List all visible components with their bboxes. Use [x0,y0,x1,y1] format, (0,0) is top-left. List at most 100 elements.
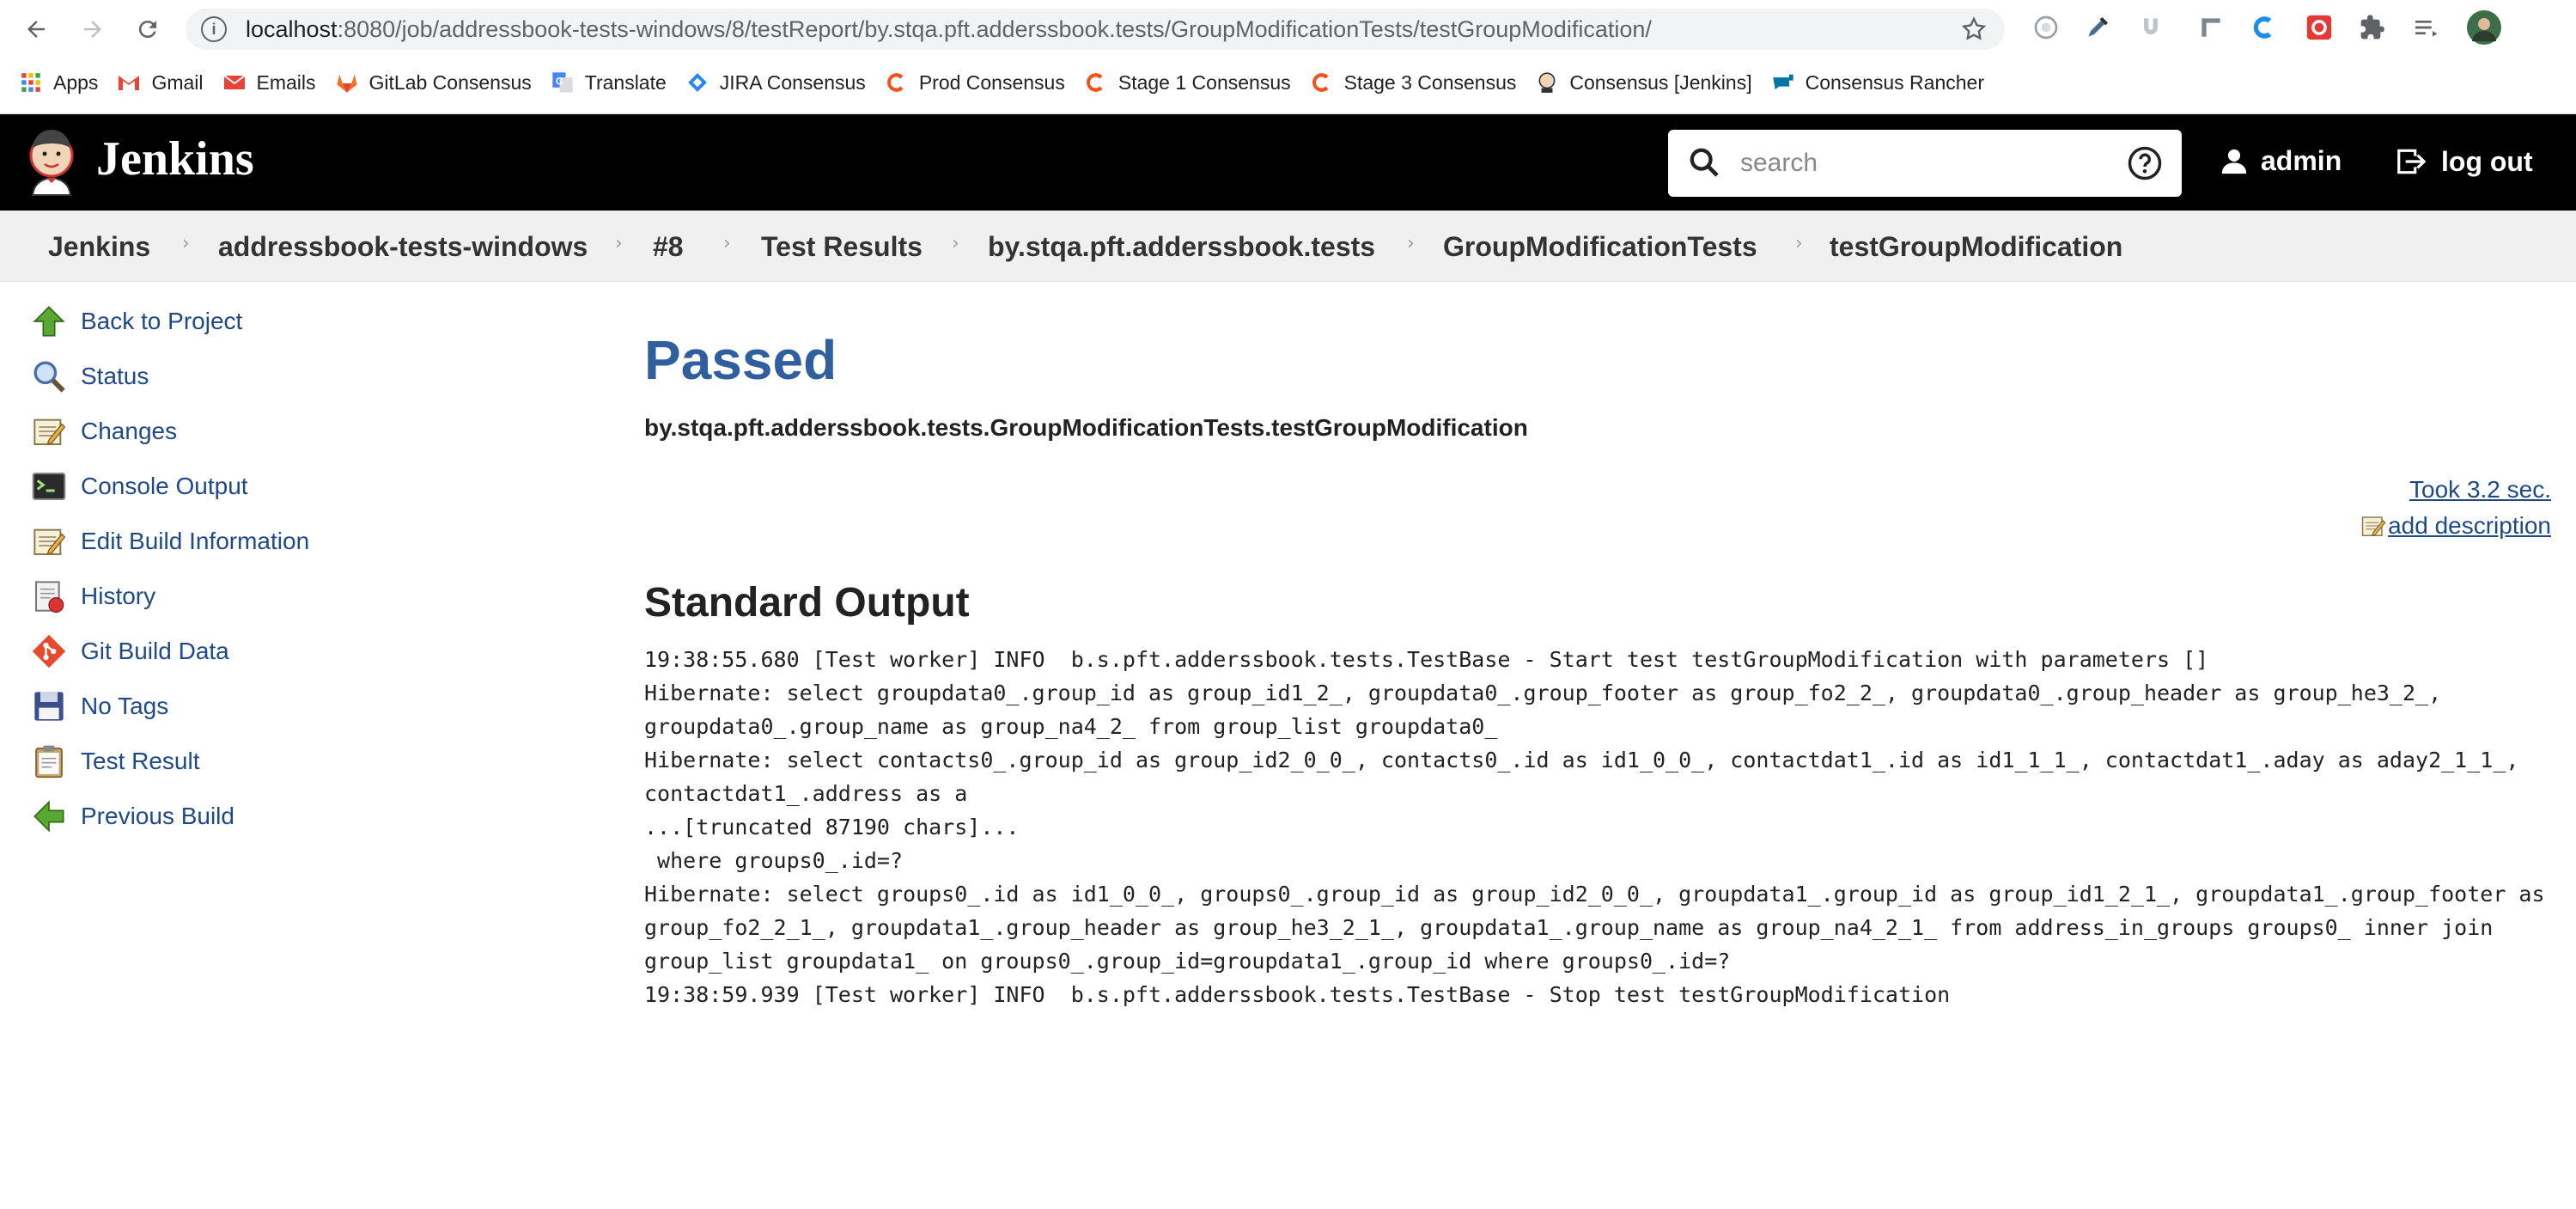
bookmark-label: Apps [53,70,99,94]
breadcrumb-build[interactable]: #8 [653,231,684,263]
sidebar-item-label: No Tags [81,693,169,719]
bookmark-gitlab[interactable]: GitLab Consensus [335,70,532,95]
extension-magnet-icon[interactable] [2134,10,2168,45]
add-description-button[interactable]: add description [2360,512,2551,540]
search-icon [1687,145,1721,184]
jenkins-header: Jenkins admin log out [0,114,2576,211]
forward-arrow-icon[interactable] [72,9,113,50]
sidebar-item-label: History [81,583,156,609]
log-line: where groups0_.id=? [644,848,904,873]
left-arrow-icon [29,797,69,836]
breadcrumb-separator: › [615,233,623,254]
sidebar-item-no-tags[interactable]: No Tags [29,686,168,727]
magnifier-icon [29,357,69,396]
log-line: group_fo2_2_1_, groupdata1_.group_header… [644,915,2494,940]
log-line: contactdat1_.address as a [644,781,968,806]
add-description-label: add description [2388,512,2551,539]
log-line: groupdata0_.group_name as group_na4_2_ f… [644,714,1498,739]
extension-consensus-icon[interactable] [2247,10,2281,45]
help-icon[interactable] [2127,145,2163,186]
extensions-puzzle-icon[interactable] [2355,10,2390,45]
log-line: Hibernate: select groups0_.id as id1_0_0… [644,882,2545,907]
gmail-icon [117,70,141,95]
sidebar-item-test-result[interactable]: Test Result [29,741,200,782]
site-info-icon[interactable]: i [201,16,227,42]
floppy-icon [29,687,69,726]
consensus-icon [1310,70,1334,95]
profile-avatar[interactable] [2467,10,2501,45]
history-icon [29,577,69,616]
bookmark-translate[interactable]: G Translate [551,70,667,95]
breadcrumb-separator: › [1795,233,1803,254]
bookmark-apps[interactable]: Apps [19,70,98,95]
breadcrumb-class[interactable]: GroupModificationTests [1443,231,1757,263]
search-box [1668,130,2182,197]
bookmark-gmail[interactable]: Gmail [117,70,204,95]
bookmark-prod-consensus[interactable]: Prod Consensus [885,70,1065,95]
standard-output-log: 19:38:55.680 [Test worker] INFO b.s.pft.… [644,643,2551,1011]
extension-corner-icon[interactable] [2194,10,2228,45]
sidebar-item-previous-build[interactable]: Previous Build [29,796,234,837]
sidebar-item-label: Console Output [81,473,248,499]
sidebar-item-back-to-project[interactable]: Back to Project [29,301,242,342]
bookmark-label: Stage 3 Consensus [1343,70,1517,94]
back-arrow-icon[interactable] [15,9,57,50]
user-link[interactable]: admin [2220,145,2342,177]
log-line: 19:38:59.939 [Test worker] INFO b.s.pft.… [644,982,1951,1007]
bookmark-stage3-consensus[interactable]: Stage 3 Consensus [1310,70,1517,95]
bookmark-jira[interactable]: JIRA Consensus [685,70,866,95]
address-bar[interactable]: i localhost:8080/job/addressbook-tests-w… [186,9,2005,50]
search-input[interactable] [1739,142,2086,185]
jenkins-title[interactable]: Jenkins [96,131,254,186]
breadcrumb-test[interactable]: testGroupModification [1830,231,2122,263]
url-text: localhost:8080/job/addressbook-tests-win… [246,15,1652,42]
test-status-title: Passed [644,329,837,391]
user-icon [2220,147,2249,176]
bookmark-emails[interactable]: Emails [222,70,316,95]
bookmark-consensus-jenkins[interactable]: Consensus [Jenkins] [1535,70,1752,95]
extension-red-icon[interactable] [2302,10,2336,45]
breadcrumb-separator: › [952,233,959,254]
bookmark-label: Prod Consensus [918,70,1065,94]
breadcrumb-separator: › [182,233,190,254]
bookmarks-bar: Apps Gmail Emails GitLab Consensus G Tra… [0,60,2576,105]
log-line: ...[truncated 87190 chars]... [644,815,1020,840]
sidebar-item-changes[interactable]: Changes [29,411,177,452]
breadcrumb-jenkins[interactable]: Jenkins [48,231,150,263]
sidebar-item-label: Changes [81,418,178,444]
jira-icon [685,70,709,95]
sidebar-item-label: Git Build Data [81,638,229,664]
logout-link[interactable]: log out [2393,145,2533,178]
sidebar-item-history[interactable]: History [29,576,155,617]
bookmark-label: GitLab Consensus [368,70,532,94]
bookmark-star-icon[interactable] [1960,15,1988,47]
notepad-icon [29,522,69,561]
sidebar-item-label: Previous Build [81,803,234,829]
breadcrumb-job[interactable]: addressbook-tests-windows [218,231,588,263]
sidebar-item-edit-build-information[interactable]: Edit Build Information [29,521,309,562]
consensus-icon [885,70,909,95]
breadcrumb: Jenkins › addressbook-tests-windows › #8… [0,211,2576,282]
jenkins-logo-icon[interactable] [24,130,79,201]
sidebar-item-git-build-data[interactable]: Git Build Data [29,631,229,672]
breadcrumb-separator: › [723,233,731,254]
extension-eyedropper-icon[interactable] [2080,10,2115,45]
apps-grid-icon [19,70,43,95]
extension-ghost-icon[interactable] [2029,10,2063,45]
sidebar-item-status[interactable]: Status [29,356,149,397]
breadcrumb-test-results[interactable]: Test Results [761,231,923,263]
sidebar-item-console-output[interactable]: Console Output [29,466,248,507]
test-duration-link[interactable]: Took 3.2 sec. [2409,476,2551,504]
email-icon [222,70,247,95]
notepad-icon [2360,513,2386,539]
bookmark-label: Stage 1 Consensus [1117,70,1291,94]
log-line: Hibernate: select groupdata0_.group_id a… [644,681,2442,705]
bookmark-consensus-rancher[interactable]: Consensus Rancher [1771,70,1984,95]
log-line: 19:38:55.680 [Test worker] INFO b.s.pft.… [644,647,2209,672]
breadcrumb-package[interactable]: by.stqa.pft.adderssbook.tests [988,231,1375,263]
reload-icon[interactable] [127,9,168,50]
breadcrumb-separator: › [1407,233,1415,254]
up-arrow-icon [29,302,69,341]
bookmark-stage1-consensus[interactable]: Stage 1 Consensus [1084,70,1291,95]
reading-list-icon[interactable] [2409,10,2443,45]
